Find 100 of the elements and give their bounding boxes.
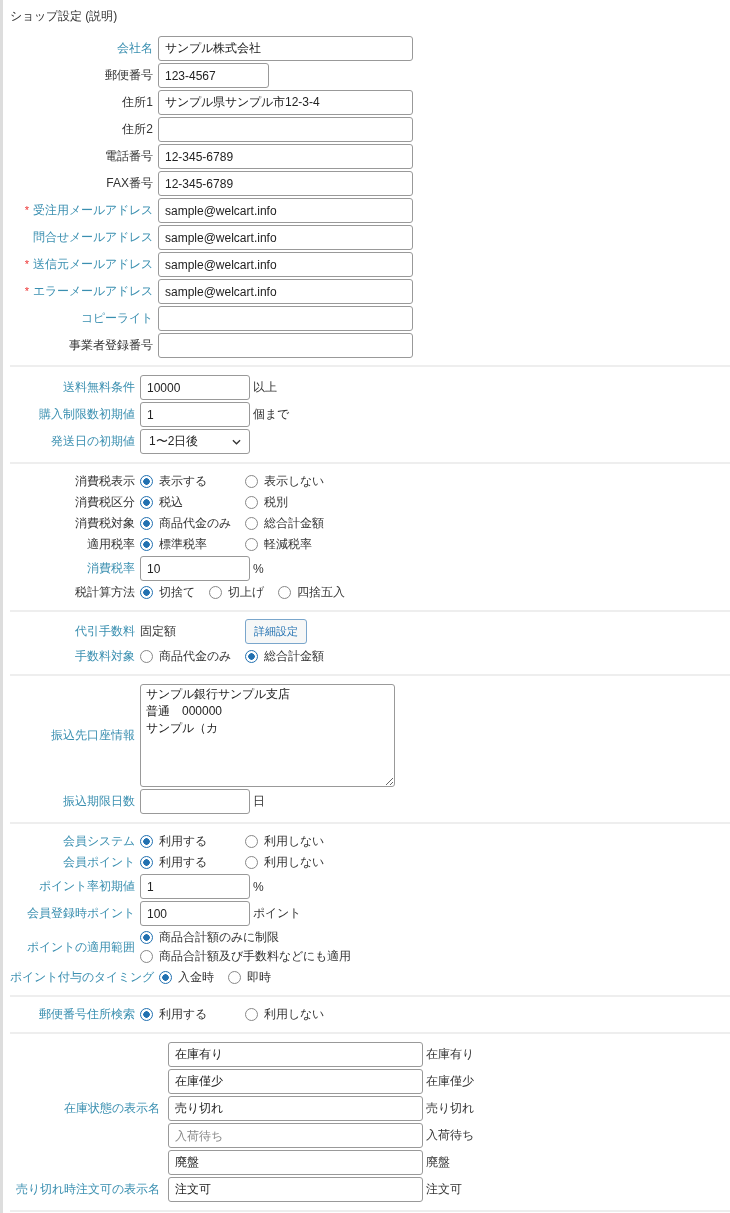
field-label-link[interactable]: 問合せメールアドレス xyxy=(33,230,153,244)
dropdown[interactable]: 1〜2日後 xyxy=(140,429,250,454)
option-label[interactable]: 軽減税率 xyxy=(264,536,312,553)
input-field[interactable]: 12-345-6789 xyxy=(158,171,413,196)
option-label[interactable]: 利用しない xyxy=(264,833,324,850)
input-field[interactable]: 廃盤 xyxy=(168,1150,423,1175)
input-field[interactable]: sample@welcart.info xyxy=(158,198,413,223)
input-field[interactable]: 在庫僅少 xyxy=(168,1069,423,1094)
option-label[interactable]: 切上げ xyxy=(228,584,264,601)
field-label-link[interactable]: 送料無料条件 xyxy=(63,380,135,394)
input-field[interactable]: 10000 xyxy=(140,375,250,400)
input-field[interactable]: 在庫有り xyxy=(168,1042,423,1067)
input-field[interactable]: 10 xyxy=(140,556,250,581)
field-label-link[interactable]: 売り切れ時注文可の表示名 xyxy=(16,1182,160,1196)
input-field[interactable]: 入荷待ち xyxy=(168,1123,423,1148)
radio-button[interactable] xyxy=(245,475,258,488)
radio-button[interactable] xyxy=(278,586,291,599)
radio-button[interactable] xyxy=(228,971,241,984)
input-field[interactable] xyxy=(158,117,413,142)
radio-button[interactable] xyxy=(140,517,153,530)
field-label-link[interactable]: エラーメールアドレス xyxy=(33,284,153,298)
input-field[interactable] xyxy=(158,306,413,331)
radio-button[interactable] xyxy=(140,856,153,869)
field-label-link[interactable]: コピーライト xyxy=(81,311,153,325)
field-label-link[interactable]: 発送日の初期値 xyxy=(51,434,135,448)
field-label-link[interactable]: 会社名 xyxy=(117,41,153,55)
radio-button[interactable] xyxy=(245,856,258,869)
option-label[interactable]: 商品代金のみ xyxy=(159,515,231,532)
radio-button[interactable] xyxy=(245,650,258,663)
field-label-link[interactable]: ポイント付与のタイミング xyxy=(10,970,154,984)
field-label-link[interactable]: 購入制限数初期値 xyxy=(39,407,135,421)
field-label-link[interactable]: 会員システム xyxy=(63,834,135,848)
option-label[interactable]: 切捨て xyxy=(159,584,195,601)
detail-settings-button[interactable]: 詳細設定 xyxy=(245,619,307,644)
radio-button[interactable] xyxy=(209,586,222,599)
field-label-link[interactable]: 振込期限日数 xyxy=(63,794,135,808)
input-field[interactable]: 注文可 xyxy=(168,1177,423,1202)
radio-button[interactable] xyxy=(159,971,172,984)
option-label[interactable]: 利用しない xyxy=(264,854,324,871)
option-label[interactable]: 商品代金のみ xyxy=(159,648,231,665)
input-field[interactable] xyxy=(158,333,413,358)
input-field[interactable]: サンプル県サンプル市12-3-4 xyxy=(158,90,413,115)
radio-button[interactable] xyxy=(140,835,153,848)
option-label[interactable]: 利用する xyxy=(159,1006,207,1023)
field-label-link[interactable]: 振込先口座情報 xyxy=(51,728,135,742)
radio-button[interactable] xyxy=(245,496,258,509)
radio-button[interactable] xyxy=(140,496,153,509)
option-label[interactable]: 入金時 xyxy=(178,969,214,986)
radio-button[interactable] xyxy=(245,517,258,530)
radio-button[interactable] xyxy=(140,650,153,663)
radio-button[interactable] xyxy=(140,586,153,599)
input-field[interactable]: sample@welcart.info xyxy=(158,225,413,250)
input-field[interactable]: 1 xyxy=(140,402,250,427)
field-label: 事業者登録番号 xyxy=(69,338,153,352)
field-label-link[interactable]: 会員登録時ポイント xyxy=(27,906,135,920)
option-label[interactable]: 商品合計額のみに制限 xyxy=(159,929,279,946)
option-label[interactable]: 総合計金額 xyxy=(264,515,324,532)
radio-button[interactable] xyxy=(140,931,153,944)
field-label-link[interactable]: 送信元メールアドレス xyxy=(33,257,153,271)
field-label-link[interactable]: 郵便番号住所検索 xyxy=(39,1007,135,1021)
input-field[interactable]: サンプル株式会社 xyxy=(158,36,413,61)
input-field[interactable]: 123-4567 xyxy=(158,63,269,88)
radio-button[interactable] xyxy=(140,538,153,551)
option-label[interactable]: 四捨五入 xyxy=(297,584,345,601)
radio-button[interactable] xyxy=(140,475,153,488)
field-label-link[interactable]: 受注用メールアドレス xyxy=(33,203,153,217)
textarea-field[interactable]: サンプル銀行サンプル支店 普通 000000 サンプル（カ xyxy=(140,684,395,787)
field-label: 住所2 xyxy=(122,122,153,136)
option-label[interactable]: 即時 xyxy=(247,969,271,986)
radio-button[interactable] xyxy=(140,1008,153,1021)
field-label-link[interactable]: ポイント率初期値 xyxy=(39,879,135,893)
field-label: 税計算方法 xyxy=(75,585,135,599)
option-label[interactable]: 総合計金額 xyxy=(264,648,324,665)
field-label-link[interactable]: 手数料対象 xyxy=(75,649,135,663)
field-label-link[interactable]: ポイントの適用範囲 xyxy=(27,939,135,954)
option-label[interactable]: 商品合計額及び手数料などにも適用 xyxy=(159,948,351,965)
input-field[interactable]: 12-345-6789 xyxy=(158,144,413,169)
field-label-link[interactable]: 消費税率 xyxy=(87,561,135,575)
field-label-link[interactable]: 代引手数料 xyxy=(75,624,135,638)
field-label-link[interactable]: 在庫状態の表示名 xyxy=(64,1101,160,1115)
radio-button[interactable] xyxy=(140,950,153,963)
input-field[interactable]: 売り切れ xyxy=(168,1096,423,1121)
radio-button[interactable] xyxy=(245,835,258,848)
radio-button[interactable] xyxy=(245,538,258,551)
page-title: ショップ設定 (説明) xyxy=(10,8,119,25)
option-label[interactable]: 利用しない xyxy=(264,1006,324,1023)
option-label[interactable]: 税込 xyxy=(159,494,183,511)
input-field[interactable]: 1 xyxy=(140,874,250,899)
field-label-link[interactable]: 会員ポイント xyxy=(63,855,135,869)
option-label[interactable]: 標準税率 xyxy=(159,536,207,553)
input-field[interactable] xyxy=(140,789,250,814)
option-label[interactable]: 利用する xyxy=(159,833,207,850)
option-label[interactable]: 表示しない xyxy=(264,473,324,490)
input-field[interactable]: sample@welcart.info xyxy=(158,252,413,277)
option-label[interactable]: 税別 xyxy=(264,494,288,511)
radio-button[interactable] xyxy=(245,1008,258,1021)
option-label[interactable]: 表示する xyxy=(159,473,207,490)
input-field[interactable]: sample@welcart.info xyxy=(158,279,413,304)
option-label[interactable]: 利用する xyxy=(159,854,207,871)
input-field[interactable]: 100 xyxy=(140,901,250,926)
